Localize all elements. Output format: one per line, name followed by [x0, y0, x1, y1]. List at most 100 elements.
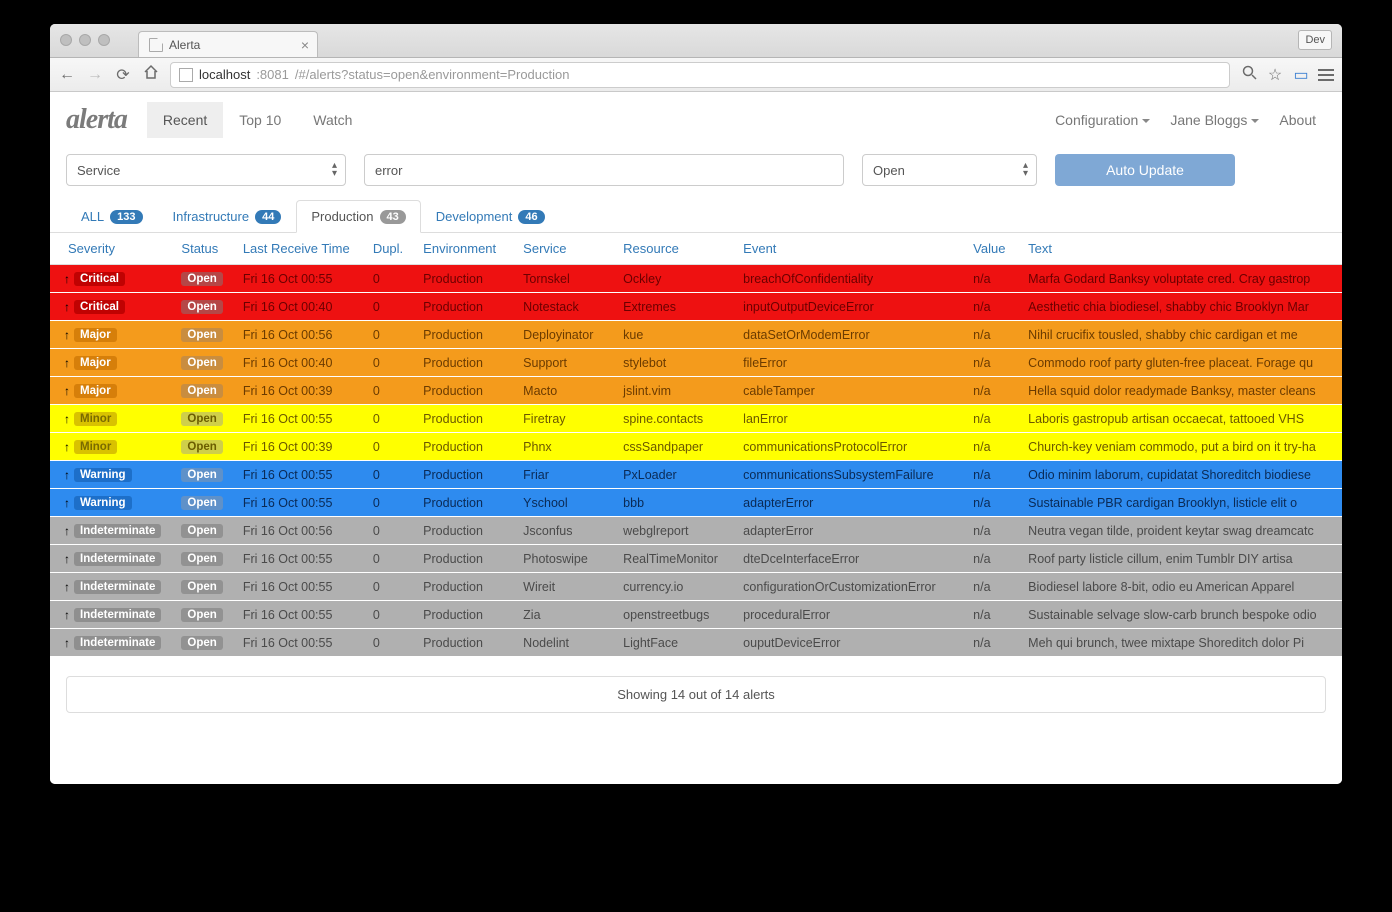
table-row[interactable]: ↑IndeterminateOpenFri 16 Oct 00:550Produ…	[50, 629, 1342, 657]
url-bar[interactable]: localhost:8081/#/alerts?status=open&envi…	[170, 62, 1230, 88]
forward-icon[interactable]: →	[86, 66, 104, 84]
column-header-last-receive-time[interactable]: Last Receive Time	[233, 233, 363, 265]
service-select[interactable]: Service ▴▾	[66, 154, 346, 186]
maximize-window-icon[interactable]	[98, 34, 110, 46]
dev-button[interactable]: Dev	[1298, 30, 1332, 50]
column-header-resource[interactable]: Resource	[613, 233, 733, 265]
column-header-text[interactable]: Text	[1018, 233, 1342, 265]
cell-text: Aesthetic chia biodiesel, shabby chic Br…	[1018, 293, 1342, 321]
cell-service: Support	[513, 349, 613, 377]
close-tab-icon[interactable]: ×	[301, 37, 309, 53]
column-header-service[interactable]: Service	[513, 233, 613, 265]
arrow-up-icon: ↑	[64, 524, 70, 538]
cell-time: Fri 16 Oct 00:56	[233, 321, 363, 349]
env-tab-development[interactable]: Development46	[421, 200, 560, 232]
severity-badge: Major	[74, 356, 117, 370]
table-row[interactable]: ↑MinorOpenFri 16 Oct 00:390ProductionPhn…	[50, 433, 1342, 461]
cell-env: Production	[413, 405, 513, 433]
cell-resource: Extremes	[613, 293, 733, 321]
column-header-event[interactable]: Event	[733, 233, 963, 265]
cell-severity: ↑Critical	[50, 265, 171, 293]
nav-right: Configuration Jane Bloggs About	[1055, 112, 1326, 128]
env-tab-production[interactable]: Production43	[296, 200, 420, 233]
cell-event: dataSetOrModemError	[733, 321, 963, 349]
cell-event: inputOutputDeviceError	[733, 293, 963, 321]
cell-service: Photoswipe	[513, 545, 613, 573]
column-header-dupl-[interactable]: Dupl.	[363, 233, 413, 265]
nav-tab-top-10[interactable]: Top 10	[223, 102, 297, 138]
brand-logo[interactable]: alerta	[66, 104, 127, 136]
table-row[interactable]: ↑CriticalOpenFri 16 Oct 00:400Production…	[50, 293, 1342, 321]
table-row[interactable]: ↑MajorOpenFri 16 Oct 00:560ProductionDep…	[50, 321, 1342, 349]
cell-resource: PxLoader	[613, 461, 733, 489]
cell-event: adapterError	[733, 517, 963, 545]
cell-text: Nihil crucifix tousled, shabby chic card…	[1018, 321, 1342, 349]
status-badge: Open	[181, 496, 222, 510]
column-header-value[interactable]: Value	[963, 233, 1018, 265]
severity-badge: Critical	[74, 272, 125, 286]
cell-value: n/a	[963, 321, 1018, 349]
menu-icon[interactable]	[1318, 69, 1334, 81]
env-tab-label: ALL	[81, 209, 104, 224]
column-header-environment[interactable]: Environment	[413, 233, 513, 265]
table-row[interactable]: ↑WarningOpenFri 16 Oct 00:550ProductionY…	[50, 489, 1342, 517]
cell-text: Marfa Godard Banksy voluptate cred. Cray…	[1018, 265, 1342, 293]
browser-tab[interactable]: Alerta ×	[138, 31, 318, 57]
cell-severity: ↑Critical	[50, 293, 171, 321]
nav-user[interactable]: Jane Bloggs	[1170, 112, 1259, 128]
auto-update-button[interactable]: Auto Update	[1055, 154, 1235, 186]
status-badge: Open	[181, 356, 222, 370]
cell-time: Fri 16 Oct 00:55	[233, 265, 363, 293]
column-header-status[interactable]: Status	[171, 233, 232, 265]
table-row[interactable]: ↑MajorOpenFri 16 Oct 00:390ProductionMac…	[50, 377, 1342, 405]
minimize-window-icon[interactable]	[79, 34, 91, 46]
env-tab-all[interactable]: ALL133	[66, 200, 158, 232]
screen-icon[interactable]: ▭	[1292, 65, 1310, 85]
cell-dupl: 0	[363, 629, 413, 657]
env-tab-infrastructure[interactable]: Infrastructure44	[158, 200, 297, 232]
status-select-label: Open	[873, 163, 905, 178]
environment-tabs: ALL133Infrastructure44Production43Develo…	[50, 200, 1342, 233]
page-content: alerta RecentTop 10Watch Configuration J…	[50, 92, 1342, 784]
cell-resource: jslint.vim	[613, 377, 733, 405]
nav-configuration[interactable]: Configuration	[1055, 112, 1150, 128]
cell-service: Yschool	[513, 489, 613, 517]
nav-tab-recent[interactable]: Recent	[147, 102, 223, 138]
cell-time: Fri 16 Oct 00:55	[233, 629, 363, 657]
nav-tabs: RecentTop 10Watch	[147, 102, 369, 138]
reload-icon[interactable]: ⟳	[114, 65, 132, 85]
cell-status: Open	[171, 601, 232, 629]
search-icon[interactable]	[1240, 65, 1258, 85]
cell-service: Tornskel	[513, 265, 613, 293]
cell-env: Production	[413, 293, 513, 321]
table-row[interactable]: ↑MinorOpenFri 16 Oct 00:550ProductionFir…	[50, 405, 1342, 433]
cell-status: Open	[171, 377, 232, 405]
cell-dupl: 0	[363, 601, 413, 629]
cell-value: n/a	[963, 405, 1018, 433]
table-row[interactable]: ↑MajorOpenFri 16 Oct 00:400ProductionSup…	[50, 349, 1342, 377]
table-row[interactable]: ↑IndeterminateOpenFri 16 Oct 00:550Produ…	[50, 601, 1342, 629]
table-row[interactable]: ↑IndeterminateOpenFri 16 Oct 00:560Produ…	[50, 517, 1342, 545]
table-body: ↑CriticalOpenFri 16 Oct 00:550Production…	[50, 265, 1342, 657]
table-row[interactable]: ↑WarningOpenFri 16 Oct 00:550ProductionF…	[50, 461, 1342, 489]
arrow-up-icon: ↑	[64, 440, 70, 454]
cell-time: Fri 16 Oct 00:40	[233, 293, 363, 321]
cell-resource: openstreetbugs	[613, 601, 733, 629]
status-select[interactable]: Open ▴▾	[862, 154, 1037, 186]
column-header-severity[interactable]: Severity	[50, 233, 171, 265]
table-row[interactable]: ↑IndeterminateOpenFri 16 Oct 00:550Produ…	[50, 573, 1342, 601]
bookmark-icon[interactable]: ☆	[1266, 65, 1284, 85]
search-input[interactable]: error	[364, 154, 844, 186]
window-controls[interactable]	[60, 34, 110, 46]
close-window-icon[interactable]	[60, 34, 72, 46]
nav-tab-watch[interactable]: Watch	[297, 102, 368, 138]
back-icon[interactable]: ←	[58, 66, 76, 84]
cell-status: Open	[171, 489, 232, 517]
nav-about[interactable]: About	[1279, 112, 1316, 128]
home-icon[interactable]	[142, 64, 160, 85]
cell-service: Notestack	[513, 293, 613, 321]
table-row[interactable]: ↑IndeterminateOpenFri 16 Oct 00:550Produ…	[50, 545, 1342, 573]
table-row[interactable]: ↑CriticalOpenFri 16 Oct 00:550Production…	[50, 265, 1342, 293]
env-tab-label: Production	[311, 209, 373, 224]
cell-event: communicationsSubsystemFailure	[733, 461, 963, 489]
